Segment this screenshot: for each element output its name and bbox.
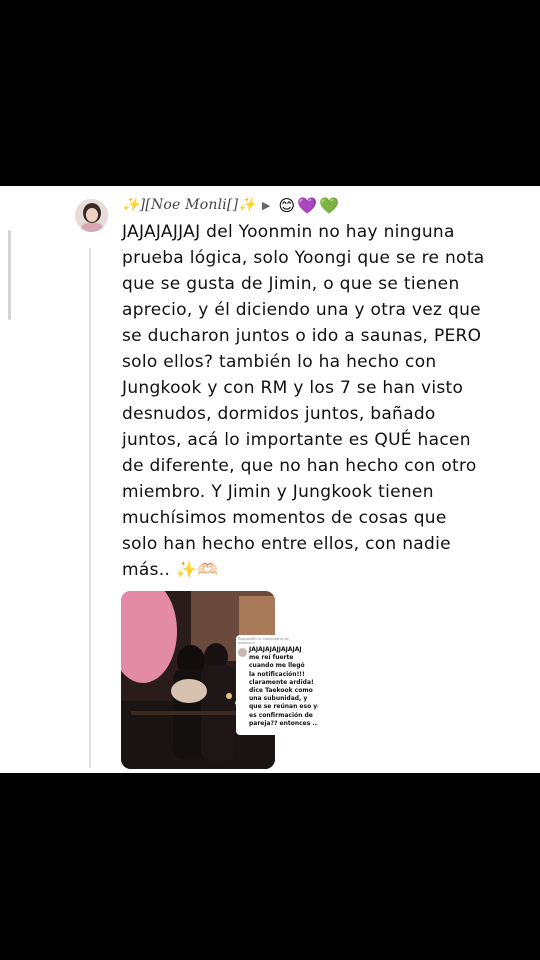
reply-preview-line: la notificación!!!	[249, 670, 305, 678]
comment-line: JAJAJAJJAJ del Yoonmin no hay ninguna	[122, 222, 455, 242]
comment-line: prueba lógica, solo Yoongi que se re not…	[122, 248, 485, 268]
comment-text: JAJAJAJJAJ del Yoonmin no hay ninguna pr…	[122, 219, 532, 583]
reply-preview-line: claramente ardida!	[249, 678, 314, 686]
thread-line	[89, 248, 91, 768]
comment-line: juntos, acá lo importante es QUÉ hacen	[122, 430, 471, 450]
reply-preview-avatar	[238, 648, 247, 657]
comment-line: de diferente, que no han hecho con otro	[122, 456, 477, 476]
comment-line: solo han hecho entre ellos, con nadie	[122, 534, 451, 554]
reply-preview-line: JAJAJAJAJJAJAJAJ	[249, 646, 302, 653]
comment-line: desnudos, dormidos juntos, bañado	[122, 404, 436, 424]
reply-preview-line: es confirmación de	[249, 711, 313, 719]
reply-preview-bubble: Responder al comentario de noemonli JAJA…	[236, 635, 318, 735]
scroll-indicator[interactable]	[8, 230, 11, 320]
reply-preview-text: JAJAJAJAJJAJAJAJ me reí fuerte cuando me…	[249, 646, 318, 728]
avatar[interactable]	[75, 199, 108, 232]
comment-header: ✨][Noe Monli[]✨ ▶ 😊 💜 💚	[122, 194, 341, 216]
green-heart-emoji: 💚	[318, 195, 339, 215]
comment-line: muchísimos momentos de cosas que	[122, 508, 447, 528]
comment-line: que se gusta de Jimin, o que se tienen	[122, 274, 460, 294]
bottom-black-bar	[0, 773, 540, 960]
comment-line: solo ellos? también lo ha hecho con	[122, 352, 437, 372]
reply-preview-line: me reí fuerte	[249, 654, 294, 662]
reply-preview-header: Responder al comentario de noemonli	[238, 637, 289, 645]
reply-arrow-icon: ▶	[261, 198, 271, 212]
reply-preview-line: dice Taekook como	[249, 687, 313, 695]
username[interactable]: ✨][Noe Monli[]✨	[122, 197, 256, 213]
comment-line: se ducharon juntos o ido a saunas, PERO	[122, 326, 482, 346]
purple-heart-emoji: 💜	[297, 195, 317, 215]
reply-preview-line: cuando me llegó	[249, 662, 305, 670]
comment-card: ✨][Noe Monli[]✨ ▶ 😊 💜 💚 JAJAJAJJAJ del Y…	[0, 186, 540, 773]
smile-emoji: 😊	[278, 195, 296, 215]
comment-line: miembro. Y Jimin y Jungkook tienen	[122, 482, 434, 502]
reply-preview-line: pareja?? entonces ...	[249, 719, 318, 727]
comment-line: aprecio, y él diciendo una y otra vez qu…	[122, 300, 481, 320]
top-black-bar	[0, 0, 540, 186]
comment-line: Jungkook y con RM y los 7 se han visto	[122, 378, 464, 398]
comment-line: más.. ✨🫶🏻	[122, 560, 219, 580]
reply-preview-line: una subunidad, y	[249, 695, 308, 703]
reply-preview-line: que se reúnan eso ya	[249, 703, 318, 711]
